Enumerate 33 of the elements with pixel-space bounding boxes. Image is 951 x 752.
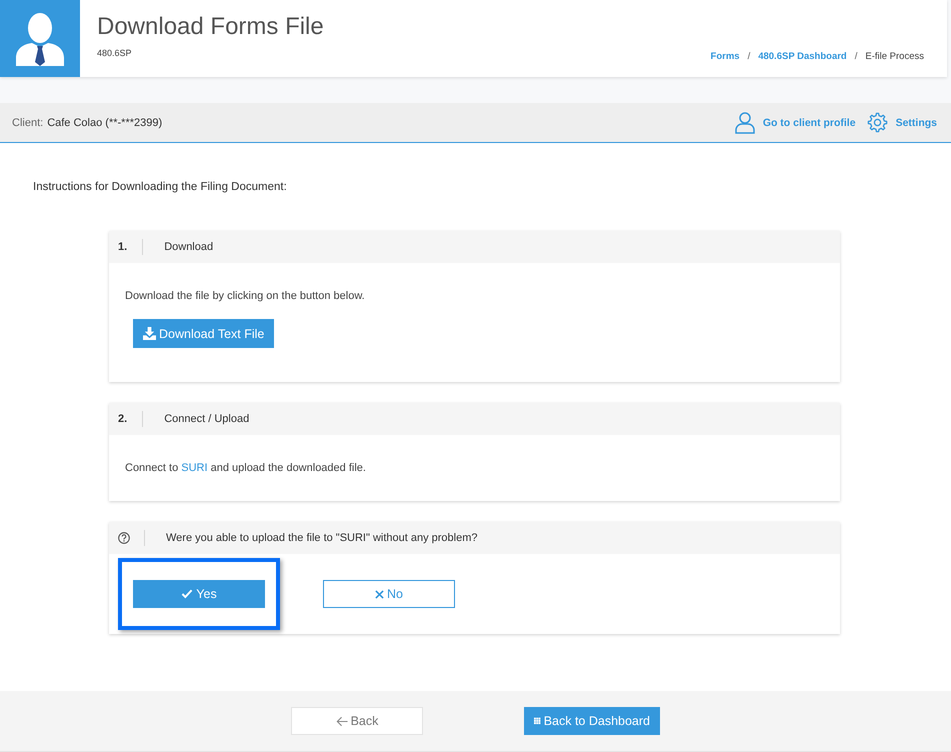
client-profile-link[interactable]: Go to client profile <box>734 112 856 134</box>
breadcrumb-link[interactable]: Forms <box>710 50 740 63</box>
step-number: 1. <box>118 241 128 253</box>
user-icon <box>734 112 755 134</box>
instructions-heading: Instructions for Downloading the Filing Document: <box>33 180 287 194</box>
help-icon <box>118 532 130 544</box>
client-name: Cafe Colao (**-***2399) <box>47 116 162 128</box>
instruction-text: Download the file by clicking on the button below. <box>125 289 365 303</box>
settings-link[interactable]: Settings <box>866 112 937 133</box>
grid-icon <box>534 715 541 727</box>
no-button[interactable]: No <box>323 580 455 608</box>
check-icon <box>181 589 194 599</box>
download-button[interactable]: Download Text File <box>133 319 274 348</box>
suri-link[interactable]: SURI <box>181 462 208 474</box>
download-icon <box>143 327 156 340</box>
step-title: Connect / Upload <box>164 413 250 425</box>
form-code: 480.6SP <box>97 47 132 59</box>
instruction-text: Connect to SURI and upload the downloaded file. <box>125 461 366 475</box>
question-text: Were you able to upload the file to "SURI" without any problem? <box>166 532 478 544</box>
yes-button[interactable]: Yes <box>133 580 265 608</box>
dashboard-button[interactable]: Back to Dashboard <box>524 707 660 735</box>
back-button[interactable]: Back <box>291 707 423 735</box>
settings-icon <box>866 112 888 133</box>
breadcrumb-current: E-file Process <box>865 50 924 63</box>
breadcrumb-separator: / <box>748 50 750 63</box>
left-arrow-icon <box>336 716 348 726</box>
breadcrumb-separator: / <box>854 50 858 63</box>
breadcrumb-link[interactable]: 480.6SP Dashboard <box>758 50 847 63</box>
step-title: Download <box>164 241 214 253</box>
step-number: 2. <box>118 413 128 425</box>
client-label: Client: <box>12 116 44 128</box>
close-icon <box>375 590 384 598</box>
page-title: Download Forms File <box>97 13 324 41</box>
